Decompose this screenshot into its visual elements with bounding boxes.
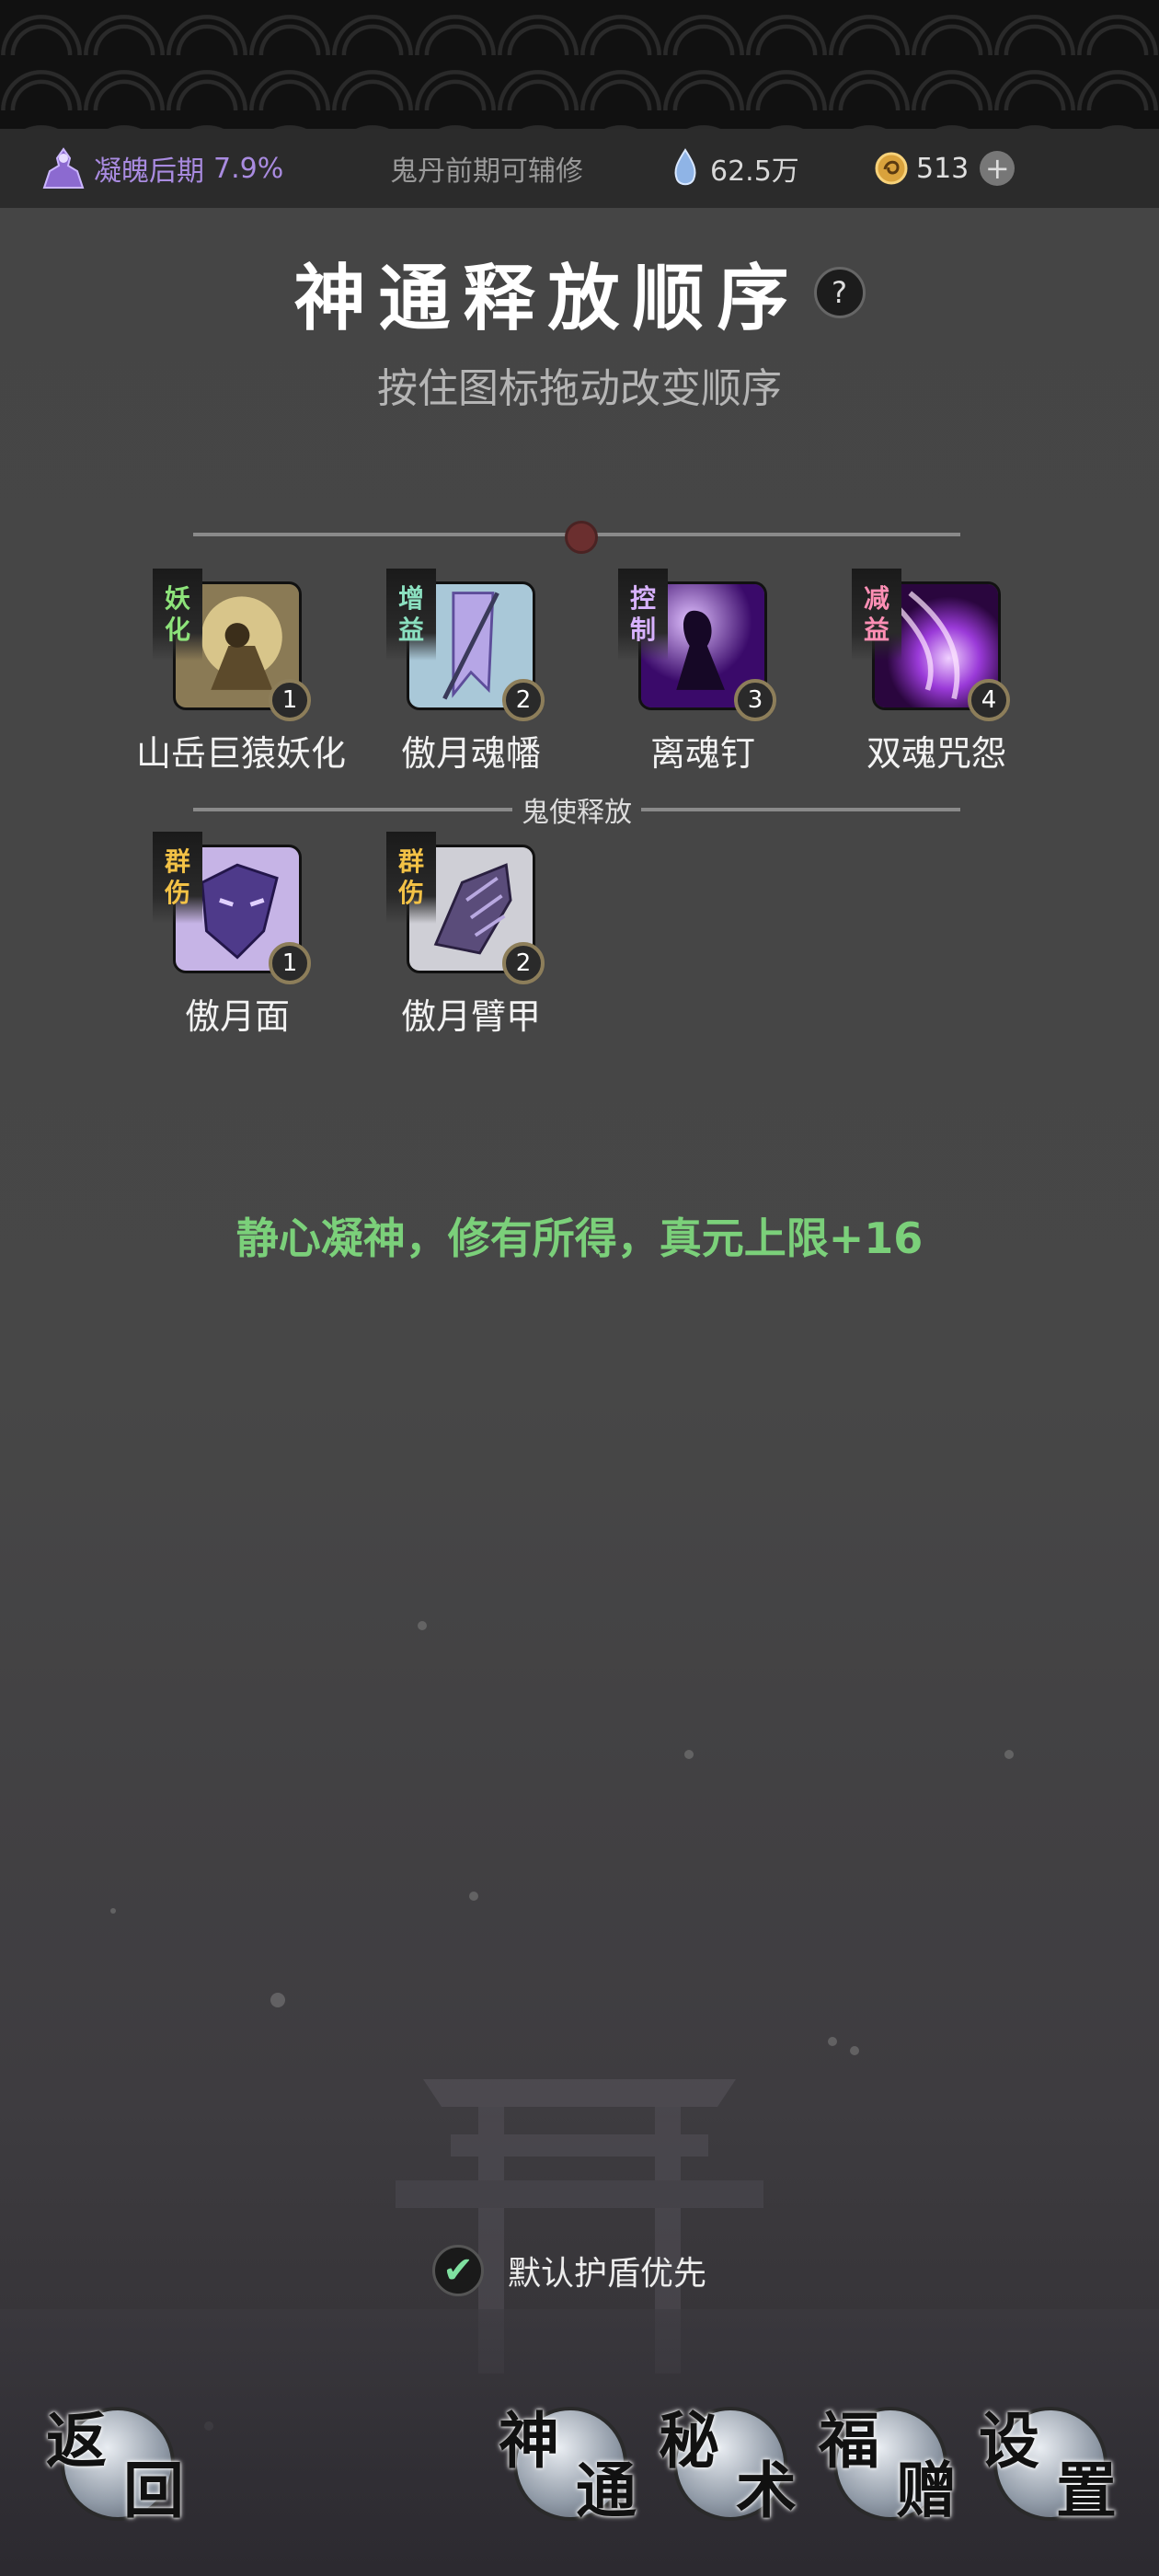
realm-name: 凝魄后期 <box>94 155 204 188</box>
dust-particle <box>270 1993 285 2007</box>
skill-name: 傲月臂甲 <box>400 996 541 1037</box>
dust-particle <box>469 1892 478 1901</box>
divider-ornament-icon <box>565 521 598 554</box>
nav-char: 神 <box>499 2405 559 2477</box>
nav-char: 返 <box>46 2405 107 2477</box>
realm-progress: 7.9% <box>213 152 284 185</box>
divider-line <box>193 808 512 811</box>
skill-name: 傲月面 <box>184 996 290 1037</box>
dust-particle <box>110 1908 116 1914</box>
nav-char: 置 <box>1056 2455 1117 2526</box>
dust-particle <box>684 1750 694 1759</box>
top-wave-decoration <box>0 0 1159 129</box>
skill-type-tag: 增益 <box>386 569 436 661</box>
back-button[interactable]: 返 回 <box>46 2392 184 2530</box>
nav-settings-button[interactable]: 设 置 <box>979 2392 1117 2530</box>
coin-amount: 513 <box>916 152 970 185</box>
crystal-amount: 62.5万 <box>710 155 799 188</box>
nav-char: 福 <box>819 2405 879 2477</box>
aux-cultivation-text: 鬼丹前期可辅修 <box>390 155 583 188</box>
nav-divine-ability-button[interactable]: 神 通 <box>499 2392 637 2530</box>
dust-particle <box>1004 1750 1014 1759</box>
skill-name: 离魂钉 <box>649 733 755 774</box>
ghost-section-label: 鬼使释放 <box>522 797 632 829</box>
skill-item[interactable]: 减益 4 双魂咒怨 <box>835 569 1038 776</box>
status-bar: 凝魄后期 7.9% 鬼丹前期可辅修 62.5万 513 + <box>0 129 1159 209</box>
nav-char: 通 <box>576 2455 637 2526</box>
skill-item[interactable]: 控制 3 离魂钉 <box>602 569 804 776</box>
nav-char: 回 <box>123 2455 184 2526</box>
crystal-icon <box>674 148 696 186</box>
skill-order-badge: 2 <box>502 679 545 721</box>
page-subtitle: 按住图标拖动改变顺序 <box>377 365 782 412</box>
shield-priority-checkbox[interactable]: ✔ 默认护盾优先 <box>432 2245 706 2296</box>
realm-avatar-icon <box>42 147 85 189</box>
skill-type-tag: 控制 <box>618 569 668 661</box>
dust-particle <box>418 1621 427 1630</box>
coin-icon <box>875 152 908 185</box>
ghost-section-divider: 鬼使释放 <box>193 791 960 829</box>
nav-char: 术 <box>736 2455 797 2526</box>
ghost-skill-item[interactable]: 群伤 1 傲月面 <box>136 832 339 1039</box>
title-row: 神通释放顺序 ? <box>0 241 1159 344</box>
skill-order-badge: 1 <box>269 942 311 984</box>
skill-name: 山岳巨猿妖化 <box>136 733 347 774</box>
ghost-skill-item[interactable]: 群伤 2 傲月臂甲 <box>370 832 572 1039</box>
coin-counter: 513 + <box>874 129 1016 208</box>
skill-order-badge: 2 <box>502 942 545 984</box>
divider-line <box>641 808 960 811</box>
nav-char: 赠 <box>896 2455 957 2526</box>
skill-order-badge: 1 <box>269 679 311 721</box>
checkbox-checked-icon[interactable]: ✔ <box>432 2245 484 2296</box>
crystal-counter: 62.5万 <box>671 129 799 208</box>
dust-particle <box>828 2037 837 2046</box>
nav-blessing-button[interactable]: 福 赠 <box>819 2392 957 2530</box>
add-coin-button[interactable]: + <box>980 151 1016 186</box>
nav-secret-art-button[interactable]: 秘 术 <box>659 2392 797 2530</box>
skill-item[interactable]: 妖化 1 山岳巨猿妖化 <box>136 569 347 776</box>
skill-type-tag: 群伤 <box>153 832 202 924</box>
skill-order-badge: 3 <box>734 679 776 721</box>
dust-particle <box>850 2046 859 2055</box>
help-button[interactable]: ? <box>813 267 866 318</box>
nav-char: 设 <box>979 2405 1039 2477</box>
skill-name: 傲月魂幡 <box>400 733 541 774</box>
skill-type-tag: 妖化 <box>153 569 202 661</box>
skill-item[interactable]: 增益 2 傲月魂幡 <box>370 569 572 776</box>
nav-char: 秘 <box>659 2405 719 2477</box>
skill-name: 双魂咒怨 <box>866 733 1006 774</box>
page-title: 神通释放顺序 <box>293 257 802 340</box>
realm-display[interactable]: 凝魄后期 7.9% <box>40 129 283 208</box>
skill-type-tag: 减益 <box>852 569 901 661</box>
skill-type-tag: 群伤 <box>386 832 436 924</box>
checkbox-label: 默认护盾优先 <box>508 2255 707 2293</box>
skill-order-badge: 4 <box>968 679 1010 721</box>
cultivation-notice: 静心凝神，修有所得，真元上限+16 <box>235 1213 924 1263</box>
